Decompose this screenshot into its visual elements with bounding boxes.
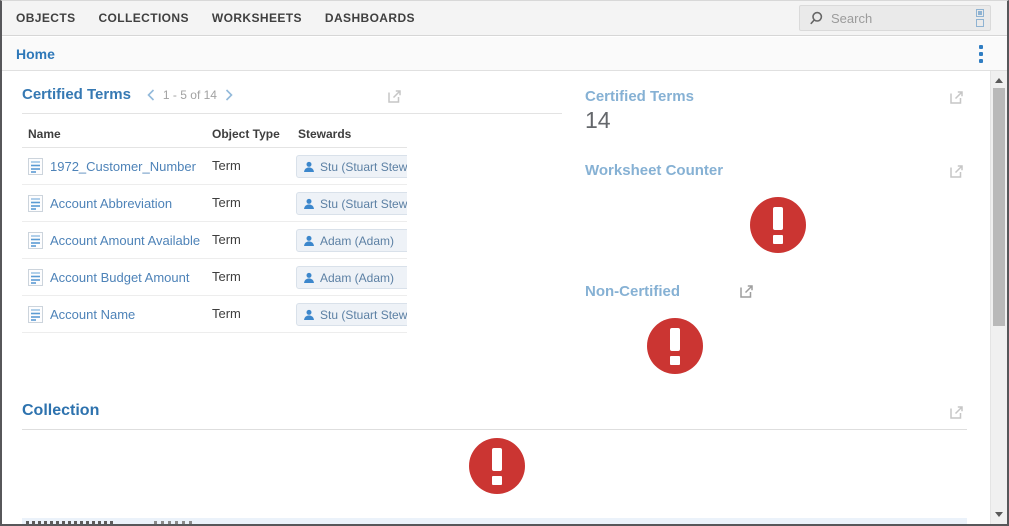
term-doc-icon	[28, 306, 43, 328]
steward-badge[interactable]: Stu (Stuart Stew	[296, 192, 407, 215]
table-row: Account Abbreviation Term Stu (Stuart St…	[22, 185, 407, 222]
term-doc-icon	[28, 232, 43, 254]
table-row: Account Amount Available Term Adam (Adam…	[22, 222, 407, 259]
table-header: Name Object Type Stewards	[22, 121, 407, 148]
open-widget-icon[interactable]	[948, 89, 965, 106]
object-type: Term	[212, 232, 241, 247]
collection-header-divider	[22, 429, 967, 430]
nav-item-objects[interactable]: OBJECTS	[16, 11, 75, 25]
steward-badge[interactable]: Adam (Adam)	[296, 229, 407, 252]
scrollbar-thumb[interactable]	[993, 88, 1005, 326]
person-icon	[303, 161, 315, 173]
term-link[interactable]: Account Name	[50, 307, 135, 322]
kebab-menu-icon[interactable]	[975, 43, 987, 65]
open-widget-icon[interactable]	[738, 283, 755, 300]
pagination-text: 1 - 5 of 14	[163, 88, 217, 102]
object-type: Term	[212, 195, 241, 210]
steward-name: Stu (Stuart Stew	[320, 160, 407, 174]
term-doc-icon	[28, 195, 43, 217]
scroll-down-arrow-icon[interactable]	[995, 512, 1003, 517]
search-input[interactable]	[831, 11, 976, 26]
term-doc-icon	[28, 269, 43, 291]
certified-terms-count-value: 14	[585, 107, 611, 134]
open-widget-icon[interactable]	[948, 404, 965, 421]
chevron-left-icon[interactable]	[143, 88, 159, 102]
page-title-home[interactable]: Home	[16, 46, 55, 62]
steward-name: Adam (Adam)	[320, 234, 394, 248]
vertical-scrollbar[interactable]	[990, 71, 1007, 524]
nav-item-dashboards[interactable]: DASHBOARDS	[325, 11, 415, 25]
term-link[interactable]: Account Budget Amount	[50, 270, 189, 285]
object-type: Term	[212, 158, 241, 173]
nav-item-collections[interactable]: COLLECTIONS	[98, 11, 188, 25]
certified-terms-counter-title[interactable]: Certified Terms	[585, 88, 694, 105]
collection-title[interactable]: Collection	[22, 402, 99, 420]
scroll-up-arrow-icon[interactable]	[995, 78, 1003, 83]
term-link[interactable]: Account Amount Available	[50, 233, 200, 248]
column-header-name: Name	[28, 127, 61, 141]
table-row: Account Name Term Stu (Stuart Stew	[22, 296, 407, 333]
top-nav: OBJECTS COLLECTIONS WORKSHEETS DASHBOARD…	[2, 0, 1007, 36]
main-content: Certified Terms 1 - 5 of 14 Name Object …	[2, 71, 990, 524]
search-box[interactable]	[799, 5, 991, 31]
non-certified-title[interactable]: Non-Certified	[585, 283, 680, 300]
certified-terms-table-title[interactable]: Certified Terms	[22, 86, 131, 103]
column-header-stewards: Stewards	[298, 127, 351, 141]
worksheet-counter-title[interactable]: Worksheet Counter	[585, 162, 723, 179]
table-body: 1972_Customer_Number Term Stu (Stuart St…	[22, 148, 407, 333]
open-widget-icon[interactable]	[386, 88, 403, 105]
certified-terms-widget-header: Certified Terms 1 - 5 of 14	[22, 86, 237, 103]
steward-name: Stu (Stuart Stew	[320, 308, 407, 322]
chevron-right-icon[interactable]	[221, 88, 237, 102]
breadcrumb-bar: Home	[2, 37, 1007, 71]
object-type: Term	[212, 269, 241, 284]
clipped-bottom-row	[22, 518, 967, 524]
person-icon	[303, 272, 315, 284]
error-icon	[750, 197, 806, 253]
widget-header-divider	[22, 113, 562, 114]
steward-badge[interactable]: Adam (Adam)	[296, 266, 407, 289]
error-icon	[469, 438, 525, 494]
table-row: Account Budget Amount Term Adam (Adam)	[22, 259, 407, 296]
open-widget-icon[interactable]	[948, 163, 965, 180]
steward-name: Stu (Stuart Stew	[320, 197, 407, 211]
search-scope-icon[interactable]	[976, 9, 984, 27]
column-header-object-type: Object Type	[212, 127, 280, 141]
steward-badge[interactable]: Stu (Stuart Stew	[296, 155, 407, 178]
nav-item-worksheets[interactable]: WORKSHEETS	[212, 11, 302, 25]
term-link[interactable]: 1972_Customer_Number	[50, 159, 196, 174]
term-link[interactable]: Account Abbreviation	[50, 196, 172, 211]
object-type: Term	[212, 306, 241, 321]
table-row: 1972_Customer_Number Term Stu (Stuart St…	[22, 148, 407, 185]
person-icon	[303, 235, 315, 247]
error-icon	[647, 318, 703, 374]
pagination: 1 - 5 of 14	[143, 88, 237, 102]
steward-name: Adam (Adam)	[320, 271, 394, 285]
person-icon	[303, 198, 315, 210]
person-icon	[303, 309, 315, 321]
term-doc-icon	[28, 158, 43, 180]
search-icon	[809, 11, 824, 26]
steward-badge[interactable]: Stu (Stuart Stew	[296, 303, 407, 326]
